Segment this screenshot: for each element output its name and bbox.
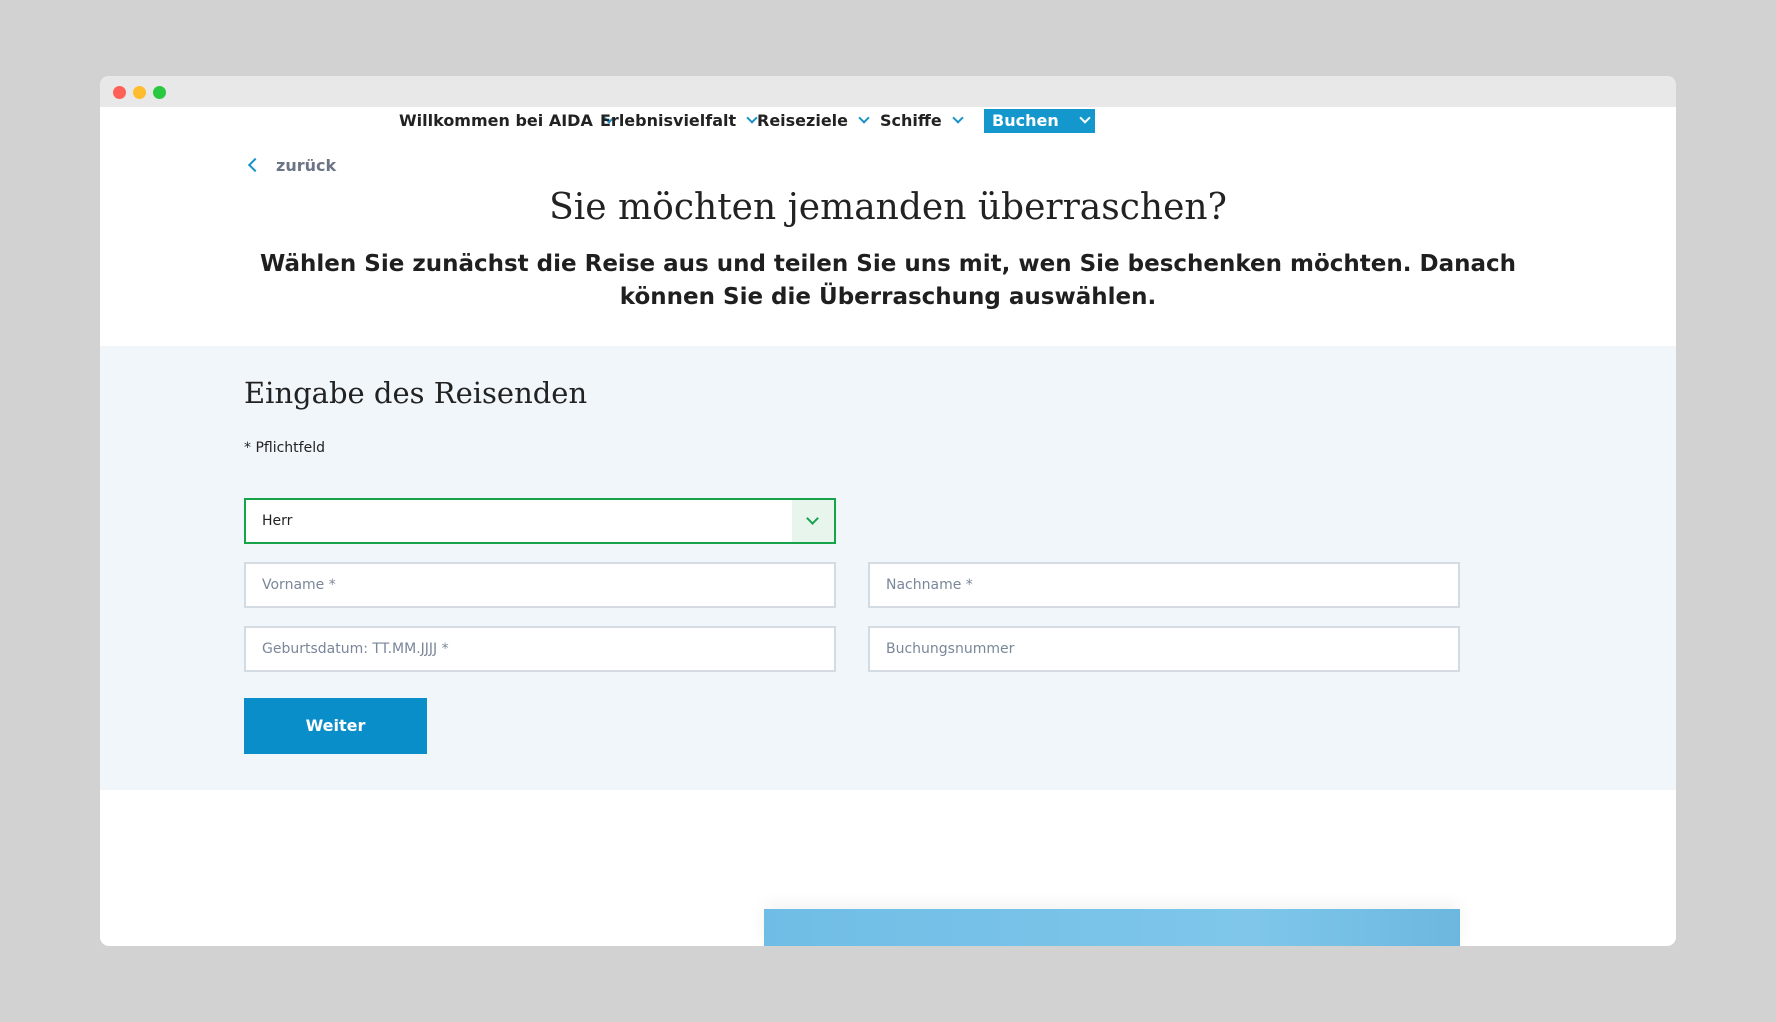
- back-link[interactable]: zurück: [247, 154, 337, 178]
- continue-button[interactable]: Weiter: [244, 698, 427, 754]
- minimize-window-button[interactable]: [133, 86, 146, 99]
- teaser-image: [764, 909, 1460, 946]
- maximize-window-button[interactable]: [153, 86, 166, 99]
- nav-item-label: Reiseziele: [757, 111, 849, 130]
- booking-number-field[interactable]: Buchungsnummer: [868, 626, 1460, 672]
- page-title: Sie möchten jemanden überraschen?: [549, 187, 1227, 228]
- close-window-button[interactable]: [113, 86, 126, 99]
- traveler-form-section: Eingabe des Reisenden * Pflichtfeld Herr…: [100, 346, 1676, 790]
- last-name-field[interactable]: Nachname *: [868, 562, 1460, 608]
- nav-item-label: Willkommen bei AIDA: [399, 111, 593, 130]
- chevron-down-icon: [858, 112, 870, 124]
- form-heading: Eingabe des Reisenden: [244, 376, 588, 410]
- salutation-value: Herr: [262, 513, 293, 529]
- nav-item-label: Erlebnisvielfalt: [600, 111, 737, 130]
- page-subtitle: Wählen Sie zunächst die Reise aus und te…: [259, 251, 1517, 310]
- salutation-select[interactable]: Herr: [244, 498, 836, 544]
- chevron-down-icon: [806, 512, 819, 525]
- salutation-dropdown-button[interactable]: [792, 500, 834, 542]
- first-name-field[interactable]: Vorname *: [244, 562, 836, 608]
- back-link-label: zurück: [276, 156, 337, 175]
- nav-item-buchen[interactable]: Buchen: [984, 109, 1095, 133]
- chevron-down-icon: [952, 112, 964, 124]
- required-field-note: * Pflichtfeld: [244, 440, 325, 456]
- nav-item-schiffe[interactable]: Schiffe: [880, 110, 964, 132]
- chevron-left-icon: [247, 157, 263, 173]
- nav-item-label: Schiffe: [880, 111, 942, 130]
- browser-window: Willkommen bei AIDA Erlebnisvielfalt Rei…: [100, 76, 1676, 946]
- birthdate-field[interactable]: Geburtsdatum: TT.MM.JJJJ *: [244, 626, 836, 672]
- nav-item-willkommen[interactable]: Willkommen bei AIDA: [399, 110, 615, 132]
- main-navigation: Willkommen bei AIDA Erlebnisvielfalt Rei…: [100, 107, 1676, 135]
- nav-item-label: Buchen: [992, 111, 1059, 130]
- chevron-down-icon: [1079, 112, 1091, 124]
- window-titlebar: [100, 76, 1676, 107]
- nav-item-reiseziele[interactable]: Reiseziele: [757, 110, 870, 132]
- nav-item-erlebnisvielfalt[interactable]: Erlebnisvielfalt: [600, 110, 758, 132]
